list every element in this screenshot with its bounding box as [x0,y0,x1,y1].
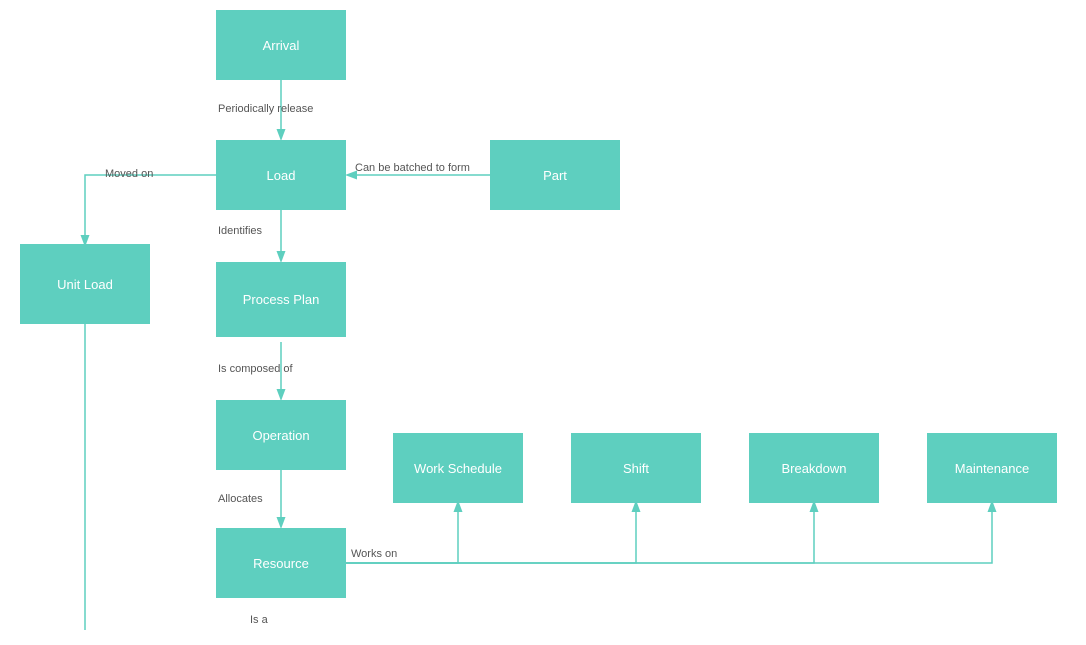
node-process-plan: Process Plan [216,262,346,337]
label-is-composed-of: Is composed of [218,363,293,375]
label-can-be-batched: Can be batched to form [355,161,470,176]
label-is-a: Is a [250,614,268,626]
node-load: Load [216,140,346,210]
node-resource: Resource [216,528,346,598]
label-allocates: Allocates [218,493,263,505]
node-breakdown: Breakdown [749,433,879,503]
node-part: Part [490,140,620,210]
node-arrival: Arrival [216,10,346,80]
label-periodically-release: Periodically release [218,103,313,115]
diagram-container: Arrival Load Part Unit Load Process Plan… [0,0,1086,645]
label-moved-on: Moved on [105,168,153,180]
node-unit-load: Unit Load [20,244,150,324]
node-shift: Shift [571,433,701,503]
arrows-svg [0,0,1086,645]
node-work-schedule: Work Schedule [393,433,523,503]
node-operation: Operation [216,400,346,470]
node-maintenance: Maintenance [927,433,1057,503]
label-works-on: Works on [351,548,397,560]
label-identifies: Identifies [218,225,262,237]
